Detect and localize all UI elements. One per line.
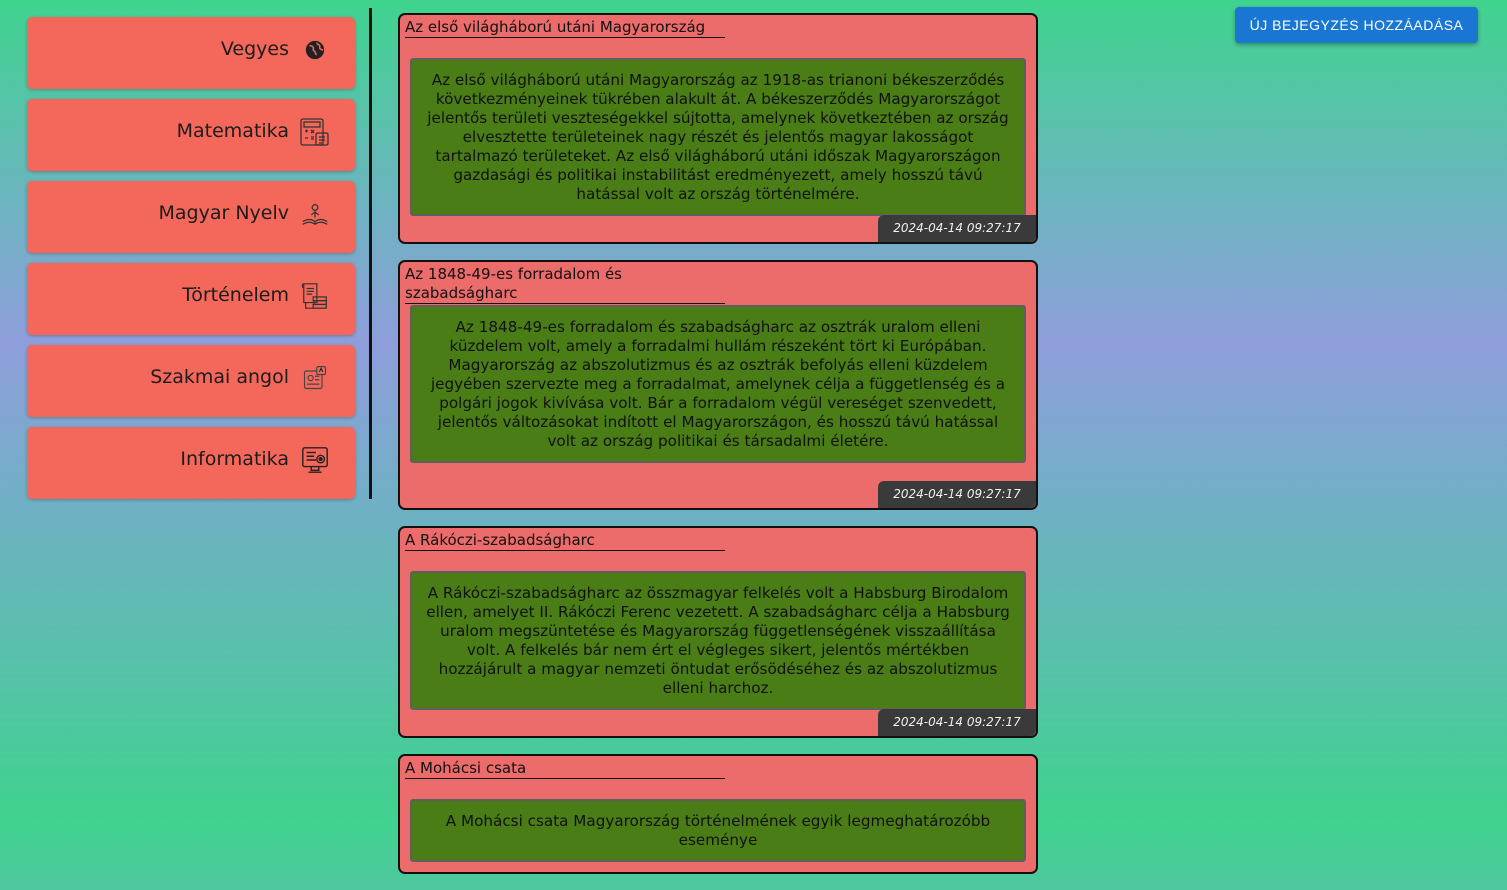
post-card: A Mohácsi csata A Mohácsi csata Magyaror…	[398, 754, 1038, 874]
sidebar-item-informatika[interactable]: Informatika	[27, 427, 355, 499]
sidebar-item-label: Vegyes	[220, 38, 289, 60]
post-body: A Mohácsi csata Magyarország történelmén…	[410, 799, 1026, 862]
post-body: A Rákóczi-szabadságharc az összmagyar fe…	[410, 571, 1026, 710]
sidebar-item-vegyes[interactable]: Vegyes	[27, 17, 355, 89]
post-timestamp: 2024-04-14 09:27:17	[878, 215, 1036, 242]
globe-icon	[299, 34, 331, 66]
sidebar-item-magyar-nyelv[interactable]: Magyar Nyelv	[27, 181, 355, 253]
scroll-books-icon	[299, 280, 331, 312]
language-card-icon	[299, 362, 331, 394]
open-book-icon	[299, 198, 331, 230]
post-body: Az 1848-49-es forradalom és szabadsághar…	[410, 305, 1026, 463]
sidebar-item-label: Szakmai angol	[150, 366, 289, 388]
post-card: A Rákóczi-szabadságharc A Rákóczi-szabad…	[398, 526, 1038, 738]
sidebar-divider	[369, 8, 372, 499]
computer-monitor-icon	[299, 444, 331, 476]
sidebar-item-label: Matematika	[176, 120, 289, 142]
post-list: Az első világháború utáni Magyarország A…	[398, 13, 1038, 890]
sidebar-item-matematika[interactable]: Matematika	[27, 99, 355, 171]
post-card: Az 1848-49-es forradalom és szabadsághar…	[398, 260, 1038, 510]
sidebar-item-szakmai-angol[interactable]: Szakmai angol	[27, 345, 355, 417]
post-body: Az első világháború utáni Magyarország a…	[410, 58, 1026, 216]
add-entry-button[interactable]: ÚJ BEJEGYZÉS HOZZÁADÁSA	[1235, 7, 1478, 43]
post-card: Az első világháború utáni Magyarország A…	[398, 13, 1038, 244]
post-title: Az első világháború utáni Magyarország	[405, 18, 725, 38]
post-title: A Mohácsi csata	[405, 759, 725, 779]
sidebar: Vegyes Matematika Magyar Nyelv Történele…	[27, 17, 355, 509]
post-title: A Rákóczi-szabadságharc	[405, 531, 725, 551]
calculator-icon	[299, 116, 331, 148]
sidebar-item-label: Informatika	[180, 448, 289, 470]
sidebar-item-tortenelem[interactable]: Történelem	[27, 263, 355, 335]
post-timestamp: 2024-04-14 09:27:17	[878, 709, 1036, 736]
sidebar-item-label: Magyar Nyelv	[158, 202, 289, 224]
post-timestamp: 2024-04-14 09:27:17	[878, 481, 1036, 508]
sidebar-item-label: Történelem	[182, 284, 289, 306]
post-title: Az 1848-49-es forradalom és szabadsághar…	[405, 265, 725, 304]
